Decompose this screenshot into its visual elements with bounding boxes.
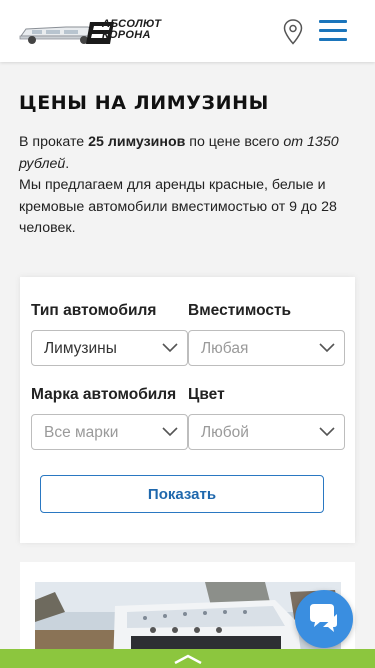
logo-text: АБСОЛЮТ КОРОНА bbox=[102, 18, 162, 41]
chat-widget-button[interactable] bbox=[295, 590, 353, 648]
color-label: Цвет bbox=[188, 386, 225, 403]
intro-text: В прокате 25 лимузинов по цене всего от … bbox=[19, 134, 339, 236]
scroll-up-bar[interactable] bbox=[0, 649, 375, 668]
page-title: ЦЕНЫ НА ЛИМУЗИНЫ bbox=[19, 92, 269, 114]
map-pin-icon[interactable] bbox=[283, 19, 303, 45]
type-label: Тип автомобиля bbox=[31, 302, 157, 319]
color-select[interactable]: Любой bbox=[188, 414, 345, 450]
chevron-up-icon bbox=[174, 654, 202, 664]
brand-label: Марка автомобиля bbox=[31, 386, 177, 403]
chevron-down-icon bbox=[319, 427, 335, 437]
capacity-label: Вместимость bbox=[188, 302, 292, 319]
chevron-down-icon bbox=[319, 343, 335, 353]
hamburger-icon[interactable] bbox=[319, 20, 347, 42]
limousine-count: 25 лимузинов bbox=[88, 134, 186, 150]
brand-select[interactable]: Все марки bbox=[31, 414, 188, 450]
site-header: АБСОЛЮТ КОРОНА bbox=[0, 0, 375, 62]
car-filter-panel: Тип автомобиля Вместимость Лимузины Люба… bbox=[20, 277, 355, 543]
chat-bubble-icon bbox=[310, 604, 337, 632]
type-select[interactable]: Лимузины bbox=[31, 330, 188, 366]
chevron-down-icon bbox=[162, 343, 178, 353]
show-button[interactable]: Показать bbox=[40, 475, 324, 513]
chevron-down-icon bbox=[162, 427, 178, 437]
capacity-select[interactable]: Любая bbox=[188, 330, 345, 366]
